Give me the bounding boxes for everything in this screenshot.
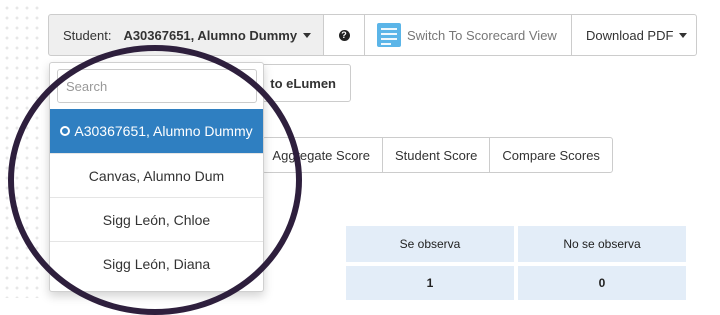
student-dropdown-menu: A30367651, Alumno Dummy Canvas, Alumno D… — [49, 62, 264, 292]
tab-student-score[interactable]: Student Score — [382, 137, 491, 173]
table-header: No se observa — [518, 226, 686, 262]
selected-indicator-icon — [60, 126, 71, 136]
student-value: A30367651, Alumno Dummy — [123, 27, 298, 43]
search-input[interactable] — [57, 69, 257, 103]
table-header: Se observa — [346, 226, 514, 262]
question-icon: ? — [338, 29, 350, 41]
tab-aggregate-score[interactable]: Aggregate Score — [262, 137, 383, 173]
caret-down-icon — [303, 32, 312, 38]
download-pdf-label: Download PDF — [586, 27, 674, 43]
dropdown-item[interactable]: Sigg León, Diana — [50, 241, 263, 285]
go-to-elumen-label: to eLumen — [270, 75, 336, 91]
dropdown-item-label: Sigg León, Diana — [102, 255, 211, 272]
dropdown-item[interactable]: Canvas, Alumno Dum — [50, 153, 263, 197]
dropdown-item-selected[interactable]: A30367651, Alumno Dummy — [50, 109, 263, 153]
dropdown-item-label: Sigg León, Chloe — [102, 211, 211, 228]
dropdown-item-label: A30367651, Alumno Dummy — [74, 123, 253, 139]
background-dot-pattern — [0, 0, 42, 298]
switch-scorecard-label: Switch To Scorecard View — [407, 27, 557, 43]
dropdown-item-label: Canvas, Alumno Dum — [88, 167, 225, 184]
student-select-button[interactable]: Student: A30367651, Alumno Dummy — [48, 14, 324, 56]
caret-down-icon — [679, 32, 688, 38]
download-pdf-button[interactable]: Download PDF — [571, 14, 697, 56]
student-label: Student: — [63, 27, 112, 43]
help-button[interactable]: ? — [323, 14, 365, 56]
top-toolbar: Student: A30367651, Alumno Dummy ? Switc… — [48, 14, 697, 58]
tab-compare-scores[interactable]: Compare Scores — [489, 137, 613, 173]
score-tabs: Aggregate Score Student Score Compare Sc… — [262, 137, 613, 173]
scorecard-icon — [377, 23, 401, 47]
table-cell: 0 — [518, 266, 686, 300]
switch-scorecard-button[interactable]: Switch To Scorecard View — [364, 14, 572, 56]
table-cell: 1 — [346, 266, 514, 300]
dropdown-item[interactable]: Sigg León, Chloe — [50, 197, 263, 241]
